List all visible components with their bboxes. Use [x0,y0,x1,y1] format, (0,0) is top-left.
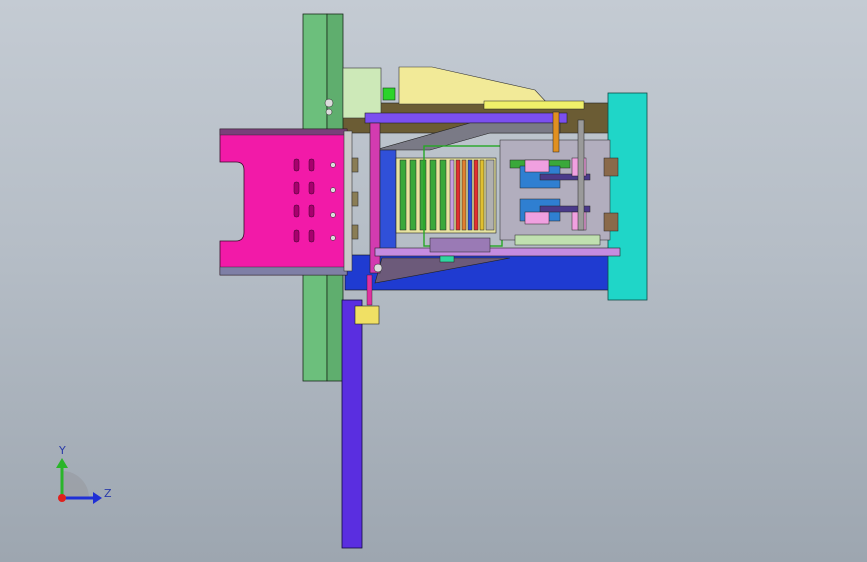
z-axis-arrow [93,492,102,504]
pink-rod [366,274,373,306]
mold-assembly-drawing[interactable]: Y Z [0,0,867,562]
magenta-block [219,128,348,276]
coordinate-triad: Y Z [56,444,112,504]
small-teal-tab [439,255,455,263]
purple-rail [341,299,363,549]
magenta-bottom-strip [219,266,348,276]
guide-pins [343,130,359,272]
yellow-bolt [354,305,380,325]
y-axis-arrow [56,458,68,468]
small-green-marker [382,87,396,101]
central-frame-inner [379,149,397,251]
yellow-wedge [398,66,549,105]
top-lavender-bar [364,112,568,124]
small-purple-tab [429,237,491,253]
central-frame-bottom [374,247,621,257]
cyan-end-plate [607,92,648,301]
y-axis-label: Y [58,444,66,457]
z-axis-label: Z [104,487,112,500]
triad-quadrant [62,471,89,498]
light-green-block [342,67,382,119]
magenta-top-strip [219,128,348,136]
top-yellow-strip [483,100,585,110]
cad-viewport[interactable]: Y Z [0,0,867,562]
x-axis-dot [58,494,66,502]
